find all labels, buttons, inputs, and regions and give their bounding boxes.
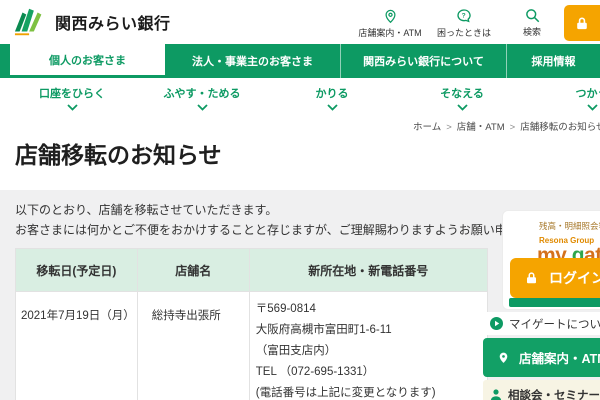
header-search-label: 検索 xyxy=(522,27,541,37)
tab-recruit-label: 採用情報 xyxy=(531,56,576,68)
lock-icon xyxy=(527,272,536,284)
table-header-date: 移転日(予定日) xyxy=(15,248,138,292)
chevron-down-icon xyxy=(586,104,598,111)
tab-corporate[interactable]: 法人・事業主のお客さま xyxy=(165,44,341,78)
bank-logo[interactable]: 関西みらい銀行 xyxy=(14,7,171,37)
seminar-link[interactable]: 相談会・セミナー情報 xyxy=(483,380,600,400)
mygate-tagline: 残高・明細照会等なら xyxy=(539,221,600,231)
address-tel-note: (電話番号は上記に変更となります) xyxy=(255,387,436,399)
page-title: 店舗移転のお知らせ xyxy=(15,142,222,168)
table-header-row: 移転日(予定日) 店舗名 新所在地・新電話番号 xyxy=(15,248,488,292)
subnav-borrow[interactable]: かりる xyxy=(267,78,397,112)
mygate-footer-bar xyxy=(509,298,600,307)
intro-line: 以下のとおり、店舗を移転させていただきます。 xyxy=(15,203,278,217)
table-header-address: 新所在地・新電話番号 xyxy=(248,248,488,292)
header-utilities: 店舗案内・ATM ? 困ったときは 検索 xyxy=(352,5,564,39)
subnav-open-account-label: 口座をひらく xyxy=(39,88,105,100)
cell-move-date: 2021年7月19日（月） xyxy=(15,291,138,400)
question-bubble-icon: ? xyxy=(457,9,471,23)
seminar-label: 相談会・セミナー情報 xyxy=(508,390,600,400)
breadcrumb-branch-atm[interactable]: 店舗・ATM xyxy=(457,122,505,133)
cell-new-address: 〒569-0814 大阪府高槻市富田町1-6-11 （富田支店内） TEL （0… xyxy=(248,291,488,400)
sub-nav: 口座をひらく ふやす・ためる かりる そなえる つかう xyxy=(7,78,600,112)
breadcrumb: ホーム > 店舗・ATM > 店舗移転のお知らせ xyxy=(413,119,600,133)
svg-text:?: ? xyxy=(462,13,466,20)
tab-corporate-label: 法人・事業主のお客さま xyxy=(192,56,313,68)
map-pin-icon xyxy=(384,9,396,24)
address-tel: TEL （072-695-1331） xyxy=(255,366,375,378)
bank-logo-icon xyxy=(14,8,42,36)
subnav-borrow-label: かりる xyxy=(315,88,349,100)
cell-branch-name: 総持寺出張所 xyxy=(136,291,250,400)
relocation-table: 移転日(予定日) 店舗名 新所在地・新電話番号 2021年7月19日（月） 総持… xyxy=(15,248,488,400)
subnav-save-invest-label: ふやす・ためる xyxy=(163,88,241,100)
search-icon xyxy=(525,9,539,23)
table-row: 2021年7月19日（月） 総持寺出張所 〒569-0814 大阪府高槻市富田町… xyxy=(15,291,488,400)
chevron-down-icon xyxy=(456,104,468,111)
tab-personal[interactable]: 個人のお客さま xyxy=(10,44,165,75)
chevron-down-icon xyxy=(326,104,338,111)
header-branch-atm-link[interactable]: 店舗案内・ATM xyxy=(352,5,428,39)
subnav-save-invest[interactable]: ふやす・ためる xyxy=(137,78,267,112)
tab-recruit[interactable]: 採用情報 xyxy=(507,44,600,78)
header-branch-atm-label: 店舗案内・ATM xyxy=(358,28,422,38)
mygate-login-button[interactable]: ログイン xyxy=(510,258,600,298)
circle-arrow-icon xyxy=(490,317,503,330)
bank-name: 関西みらい銀行 xyxy=(55,16,171,33)
branch-atm-button-label: 店舗案内・ATM xyxy=(519,352,600,366)
subnav-use-label: つかう xyxy=(575,88,600,100)
breadcrumb-home[interactable]: ホーム xyxy=(413,122,441,133)
table-header-branch: 店舗名 xyxy=(136,248,250,292)
header-help-label: 困ったときは xyxy=(436,28,491,38)
subnav-prepare[interactable]: そなえる xyxy=(397,78,527,112)
subnav-prepare-label: そなえる xyxy=(440,88,484,100)
address-street: 大阪府高槻市富田町1-6-11 xyxy=(255,324,392,336)
breadcrumb-separator: > xyxy=(509,122,516,133)
breadcrumb-separator: > xyxy=(446,122,452,133)
address-note: （富田支店内） xyxy=(255,345,337,357)
address-postal-code: 〒569-0814 xyxy=(255,303,316,315)
page: 関西みらい銀行 店舗案内・ATM ? 困ったときは 検索 個人のお客さま 法人・… xyxy=(0,0,600,400)
chevron-down-icon xyxy=(196,104,208,111)
branch-atm-button[interactable]: 店舗案内・ATM xyxy=(483,338,600,377)
tab-about-bank[interactable]: 関西みらい銀行について xyxy=(341,44,507,78)
header-login-button[interactable] xyxy=(564,5,600,41)
subnav-open-account[interactable]: 口座をひらく xyxy=(7,78,137,112)
intro-line: お客さまには何かとご不便をおかけすることと存じますが、ご理解賜わりますようお願い… xyxy=(15,223,578,237)
about-mygate-link[interactable]: マイゲートについて xyxy=(483,312,600,335)
person-icon xyxy=(490,388,502,400)
tab-personal-label: 個人のお客さま xyxy=(49,54,126,67)
subnav-use[interactable]: つかう xyxy=(527,78,600,112)
breadcrumb-current: 店舗移転のお知らせ xyxy=(520,122,600,133)
about-mygate-label: マイゲートについて xyxy=(509,318,600,331)
chevron-down-icon xyxy=(66,104,78,111)
main-content: 以下のとおり、店舗を移転させていただきます。 お客さまには何かとご不便をおかけす… xyxy=(0,190,600,400)
lock-icon xyxy=(577,17,587,29)
top-header: 関西みらい銀行 店舗案内・ATM ? 困ったときは 検索 xyxy=(0,0,600,44)
main-nav: 個人のお客さま 法人・事業主のお客さま 関西みらい銀行について 採用情報 xyxy=(0,44,600,78)
mygate-login-label: ログイン xyxy=(549,270,600,286)
header-search-button[interactable]: 検索 xyxy=(500,5,564,39)
nav-left-sliver xyxy=(0,44,10,78)
header-help-link[interactable]: ? 困ったときは xyxy=(428,5,500,39)
map-pin-icon xyxy=(499,352,508,363)
tab-about-bank-label: 関西みらい銀行について xyxy=(363,56,484,68)
